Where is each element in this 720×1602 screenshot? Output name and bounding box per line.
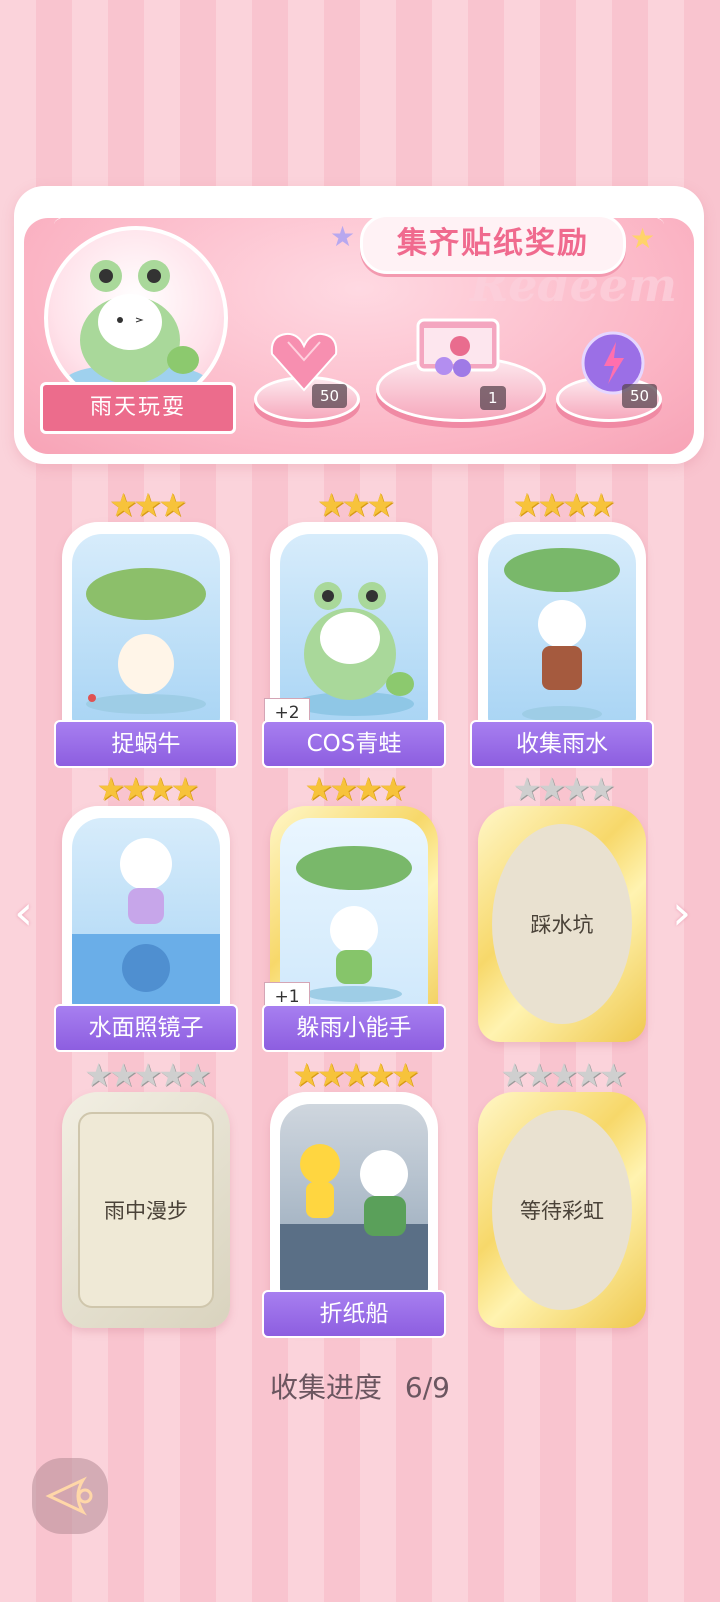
locked-sticker-slot: 踩水坑 [492,824,632,1024]
sticker-card[interactable]: ★★★★ +1 躲雨小能手 [262,772,446,1052]
sticker-name: 雨中漫步 [104,1199,188,1223]
star-rating: ★★★★★ [84,1056,211,1094]
sticker-card-locked[interactable]: ★★★★ 踩水坑 [478,772,646,1042]
sticker-name: COS青蛙 [262,720,446,768]
sticker-card[interactable]: ★★★★ 水面照镜子 [54,772,238,1052]
back-button[interactable] [32,1458,108,1534]
progress-value: 6/9 [404,1371,450,1404]
star-rating: ★★★★ [304,770,408,808]
sticker-card[interactable]: ★★★★ 收集雨水 [470,488,654,768]
star-rating: ★★★ [108,486,187,524]
back-icon [45,1476,93,1516]
sticker-card[interactable]: ★★★ 捉蜗牛 [54,488,238,768]
sticker-name: 捉蜗牛 [54,720,238,768]
star-rating: ★★★★ [512,486,616,524]
sticker-name: 等待彩虹 [520,1199,604,1223]
sticker-card-locked[interactable]: ★★★★★ 雨中漫步 [62,1058,230,1328]
star-rating: ★★★ [316,486,395,524]
sticker-art [72,818,220,1014]
star-rating: ★★★★ [512,770,616,808]
sticker-card[interactable]: ★★★★★ 折纸船 [262,1058,446,1338]
banner-title: 集齐贴纸奖励 [360,214,626,274]
sticker-art [72,534,220,730]
frog-costume-character-icon [66,260,206,396]
chevron-right-icon[interactable]: › [672,885,691,941]
reward-count: 50 [622,384,658,408]
sticker-card[interactable]: ★★★ +2 COS青蛙 [262,488,446,768]
star-rating: ★★★★★ [292,1056,419,1094]
sticker-card-locked[interactable]: ★★★★★ 等待彩虹 [478,1058,646,1328]
star-rating: ★★★★ [96,770,200,808]
sticker-name: 踩水坑 [530,913,594,937]
theme-name-ribbon: 雨天玩耍 [40,382,236,434]
reward-count: 50 [312,384,348,408]
collection-progress: 收集进度 6/9 [0,1366,720,1406]
sticker-name: 收集雨水 [470,720,654,768]
sticker-name: 躲雨小能手 [262,1004,446,1052]
locked-sticker-slot: 雨中漫步 [78,1112,214,1308]
star-deco-icon: ★ [330,220,356,253]
sticker-art [280,1104,428,1300]
gift-box-icon[interactable] [410,300,506,384]
sticker-art [488,534,636,730]
chevron-left-icon[interactable]: ‹ [14,885,33,941]
sticker-name: 水面照镜子 [54,1004,238,1052]
locked-sticker-slot: 等待彩虹 [492,1110,632,1310]
star-deco-icon: ★ [630,222,656,255]
sticker-name: 折纸船 [262,1290,446,1338]
star-rating: ★★★★★ [500,1056,627,1094]
progress-label: 收集进度 [270,1371,383,1404]
reward-count: 1 [480,386,506,410]
